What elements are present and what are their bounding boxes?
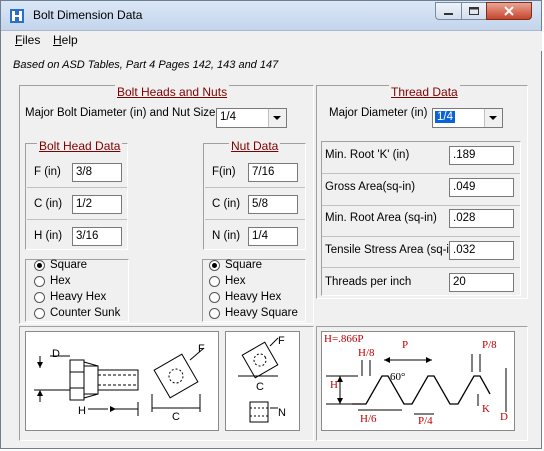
minimize-icon <box>444 13 453 15</box>
radio-icon <box>34 308 45 319</box>
thread-h8: H/8 <box>358 347 375 359</box>
close-button[interactable] <box>486 2 532 20</box>
thread-h-formula: H=.866P <box>324 333 364 345</box>
bolt-diagram-svg: D H F C <box>34 343 205 423</box>
major-bolt-select[interactable]: 1/4 <box>216 108 287 128</box>
major-bolt-value: 1/4 <box>220 111 236 123</box>
maximize-icon <box>469 7 479 15</box>
head-f-field[interactable]: 3/8 <box>72 163 122 182</box>
app-window: Bolt Dimension Data Files Help Based on … <box>0 0 542 449</box>
thread-row-label: Tensile Stress Area (sq-in) <box>325 244 460 256</box>
nut-diagram-svg: F C N <box>238 335 286 423</box>
radio-selected-icon <box>209 260 220 271</box>
nut-c-label: C (in) <box>212 198 241 210</box>
thread-h: H <box>330 379 338 391</box>
app-icon <box>10 9 24 23</box>
head-h-label: H (in) <box>34 230 63 242</box>
nut-c-field[interactable]: 5/8 <box>248 195 298 214</box>
nut-n-label: N (in) <box>212 230 241 242</box>
thread-p8: P/8 <box>482 339 497 351</box>
nut-n-field[interactable]: 1/4 <box>248 227 298 246</box>
bolt-heads-title: Bolt Heads and Nuts <box>115 85 230 99</box>
head-c-label: C (in) <box>34 198 63 210</box>
thread-row-label: Min. Root 'K' (in) <box>325 149 410 161</box>
bolt-h-label: H <box>78 405 86 417</box>
chevron-down-icon[interactable] <box>268 109 286 127</box>
major-bolt-label: Major Bolt Diameter (in) and Nut Size <box>25 107 216 119</box>
thread-row-field[interactable]: .028 <box>449 209 514 228</box>
thread-row-label: Min. Root Area (sq-in) <box>325 212 437 224</box>
radio-icon <box>209 292 220 303</box>
head-c-field[interactable]: 1/2 <box>72 195 122 214</box>
nut-f-label: F(in) <box>212 166 236 178</box>
nut-title: Nut Data <box>229 139 281 153</box>
close-icon <box>504 6 514 16</box>
thread-k: K <box>482 403 490 415</box>
bolt-diagram: D H F C <box>25 331 219 431</box>
minimize-button[interactable] <box>435 2 462 20</box>
menu-files[interactable]: Files <box>15 33 40 47</box>
thread-angle: 60° <box>390 371 405 383</box>
radio-icon <box>209 276 220 287</box>
nut-c-dim: C <box>256 381 264 393</box>
bolt-f-label: F <box>198 343 205 355</box>
radio-icon <box>34 276 45 287</box>
thread-row-field[interactable]: 20 <box>449 273 514 292</box>
thread-row-field[interactable]: .189 <box>449 146 514 165</box>
thread-major-value: 1/4 <box>435 111 455 123</box>
thread-d: D <box>500 411 508 423</box>
nut-f-field[interactable]: 7/16 <box>248 163 298 182</box>
maximize-button[interactable] <box>461 2 487 20</box>
thread-row-field[interactable]: .032 <box>449 241 514 260</box>
thread-p4: P/4 <box>418 415 433 427</box>
menu-help[interactable]: Help <box>53 33 78 47</box>
radio-selected-icon <box>34 260 45 271</box>
window-title: Bolt Dimension Data <box>33 8 143 22</box>
menu-bar: Files Help <box>2 31 542 51</box>
thread-major-select[interactable]: 1/4 <box>432 108 503 128</box>
thread-row-field[interactable]: .049 <box>449 178 514 197</box>
head-f-label: F (in) <box>34 166 61 178</box>
head-h-field[interactable]: 3/16 <box>72 227 122 246</box>
nut-diagram: F C N <box>225 331 300 431</box>
radio-icon <box>209 308 220 319</box>
thread-major-label: Major Diameter (in) <box>329 107 428 119</box>
thread-title: Thread Data <box>389 85 460 99</box>
nut-n-dim: N <box>278 407 286 419</box>
thread-diagram-svg: H=.866P H/8 P P/8 H 60° H/6 P/4 K D <box>324 333 508 427</box>
bolt-head-title: Bolt Head Data <box>37 139 123 153</box>
thread-diagram: H=.866P H/8 P P/8 H 60° H/6 P/4 K D <box>321 331 515 431</box>
thread-p: P <box>402 339 408 351</box>
thread-row-label: Threads per inch <box>325 276 412 288</box>
radio-icon <box>34 292 45 303</box>
nut-f-dim: F <box>278 335 285 347</box>
bolt-d-label: D <box>52 348 60 360</box>
bolt-c-label: C <box>172 411 180 423</box>
title-bar[interactable]: Bolt Dimension Data <box>1 1 541 31</box>
thread-row-label: Gross Area(sq-in) <box>325 181 416 193</box>
thread-h6: H/6 <box>360 413 377 425</box>
chevron-down-icon[interactable] <box>484 109 502 127</box>
source-note: Based on ASD Tables, Part 4 Pages 142, 1… <box>13 59 279 71</box>
